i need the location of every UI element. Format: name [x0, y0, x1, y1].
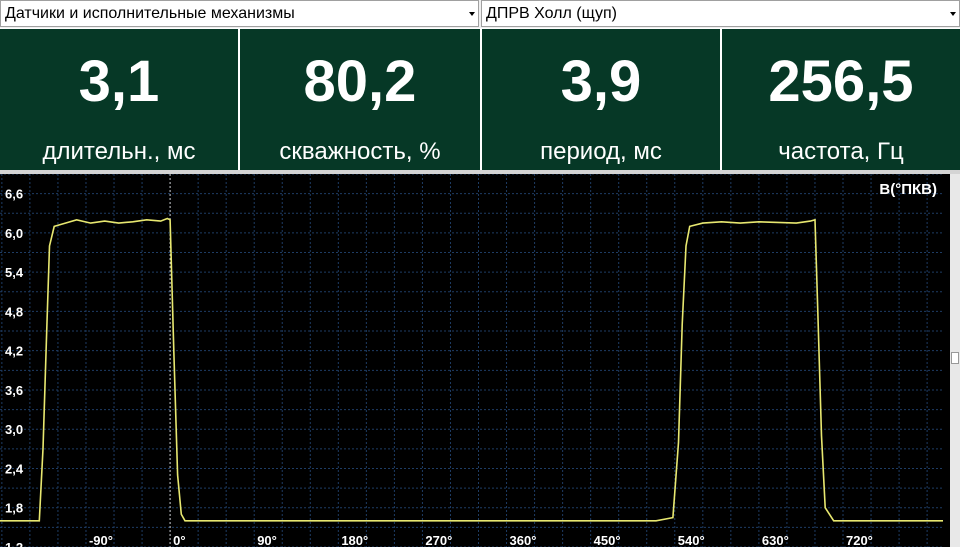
oscilloscope-chart[interactable]: 1,2 1,8 2,4 3,0 3,6 4,2 4,8 5,4 6,0 6,6 -90° 0° 90° 1… [0, 174, 960, 547]
category-dropdown[interactable]: Датчики и исполнительные механизмы [0, 0, 479, 27]
x-tick-label: 90° [257, 533, 277, 547]
readout-value: 256,5 [768, 49, 914, 114]
x-tick-label: 720° [846, 533, 873, 547]
readout-value: 3,9 [560, 49, 642, 114]
category-dropdown-value: Датчики и исполнительные механизмы [5, 5, 295, 22]
chevron-down-icon[interactable] [950, 12, 956, 16]
y-tick-label: 5,4 [5, 265, 24, 280]
x-tick-label: -90° [89, 533, 113, 547]
readout-value: 80,2 [303, 49, 417, 114]
y-tick-label: 4,2 [5, 344, 23, 359]
readout-value: 3,1 [78, 49, 160, 114]
readout-label: скважность, % [279, 138, 441, 165]
readout-duty-cycle: 80,2 скважность, % [240, 29, 480, 170]
chevron-down-icon[interactable] [469, 12, 475, 16]
y-tick-label: 6,0 [5, 226, 23, 241]
y-tick-label: 2,4 [5, 461, 24, 476]
oscilloscope-plot[interactable]: 1,2 1,8 2,4 3,0 3,6 4,2 4,8 5,4 6,0 6,6 -90° 0° 90° 1… [0, 174, 950, 547]
x-tick-label: 540° [678, 533, 705, 547]
signal-trace [0, 217, 943, 522]
y-tick-label: 4,8 [5, 304, 23, 319]
sensor-dropdown[interactable]: ДПРВ Холл (щуп) [481, 0, 960, 27]
readout-pulse-width: 3,1 длительн., мс [0, 29, 238, 170]
y-tick-label: 6,6 [5, 187, 23, 202]
readout-label: период, мс [540, 138, 662, 165]
x-tick-label: 360° [510, 533, 537, 547]
x-tick-label: 450° [594, 533, 621, 547]
unit-label: В(°ПКВ) [879, 181, 937, 198]
y-tick-label: 3,6 [5, 383, 23, 398]
readout-label: длительн., мс [42, 138, 196, 165]
x-tick-label: 630° [762, 533, 789, 547]
readout-panels: 3,1 длительн., мс 80,2 скважность, % 3,9… [0, 29, 960, 170]
y-tick-label: 1,2 [5, 540, 23, 547]
readout-period: 3,9 период, мс [482, 29, 720, 170]
y-tick-label: 3,0 [5, 422, 23, 437]
x-tick-label: 270° [425, 533, 452, 547]
scrollbar-thumb[interactable] [951, 352, 959, 364]
selector-bar: Датчики и исполнительные механизмы ДПРВ … [0, 0, 960, 28]
x-tick-label: 0° [173, 533, 185, 547]
y-tick-label: 1,8 [5, 501, 23, 516]
readout-label: частота, Гц [778, 138, 904, 165]
sensor-dropdown-value: ДПРВ Холл (щуп) [486, 5, 617, 22]
readout-frequency: 256,5 частота, Гц [722, 29, 960, 170]
x-tick-label: 180° [341, 533, 368, 547]
